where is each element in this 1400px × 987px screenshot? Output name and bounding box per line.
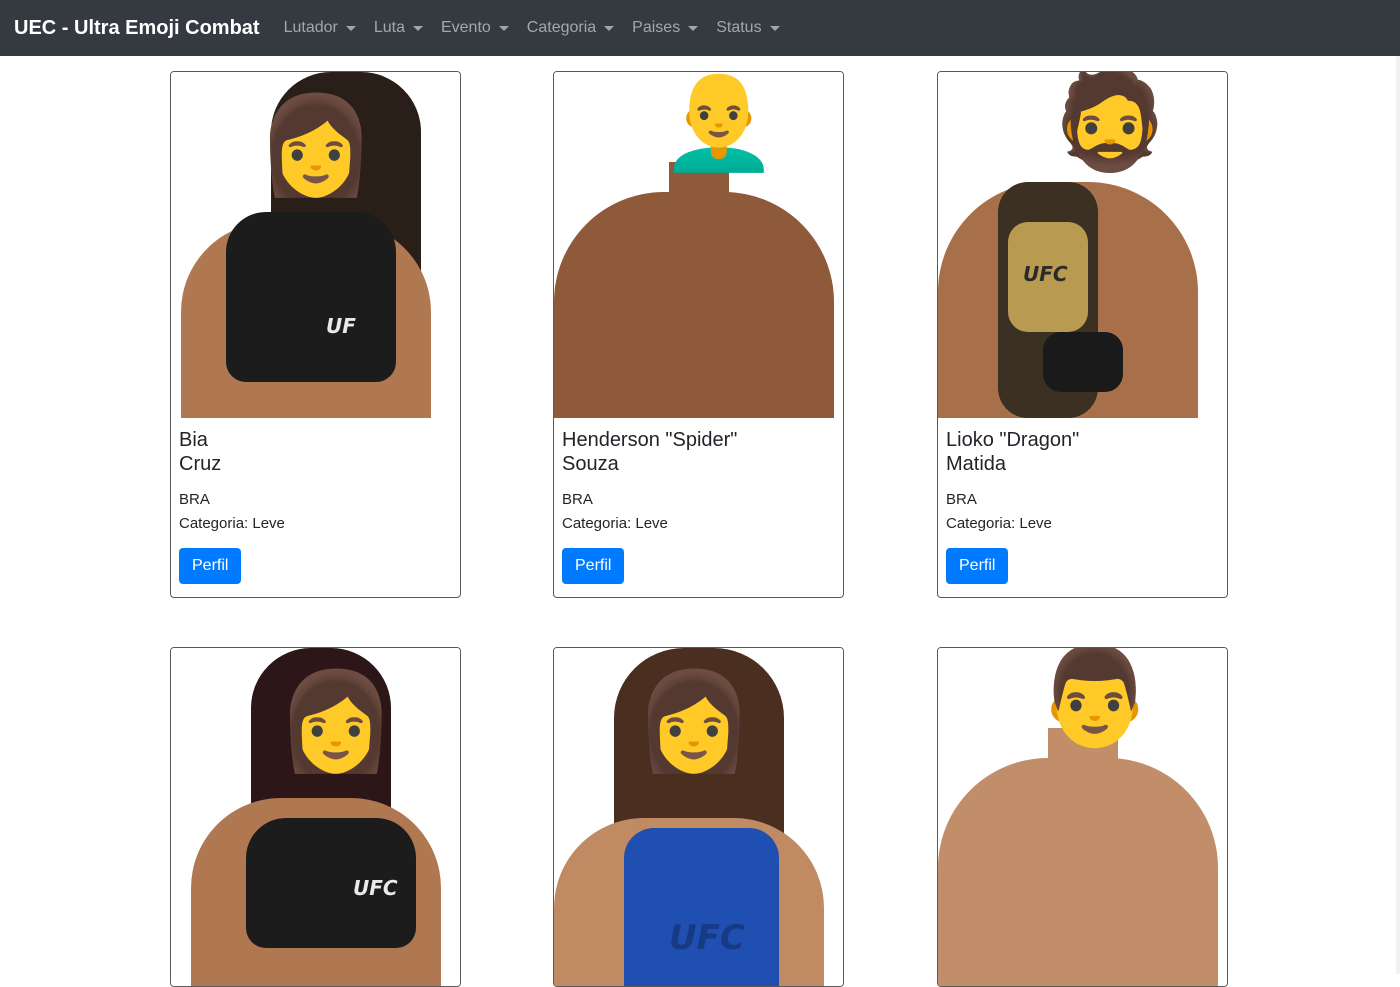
fighter-photo: UFC 🧔 [938,72,1227,418]
fighter-photo: UFC 👩 [171,648,460,986]
nav-evento-dropdown[interactable]: Evento [441,19,509,37]
fighter-category: Categoria: Leve [179,515,285,532]
fighter-category: Categoria: Leve [562,515,668,532]
ufc-logo: UFC [353,876,398,900]
nav-evento-label: Evento [440,19,491,36]
emoji-face: 🧔 [1050,72,1170,176]
fighter-first-name: Lioko "Dragon" [946,429,1080,451]
emoji-face: 👩 [276,665,396,777]
top-navbar: UEC - Ultra Emoji Combat Lutador Luta Ev… [0,0,1400,56]
nav-categoria-dropdown[interactable]: Categoria [526,19,615,37]
fighter-country: BRA [946,491,977,508]
nav-status-label: Status [716,19,762,36]
fighter-first-name: Henderson "Spider" [562,429,738,451]
chevron-down-icon [498,25,509,31]
fighter-last-name: Cruz [179,453,222,475]
fighter-card: UF 👩 Bia Cruz BRA Categoria: Leve Perfil [170,71,461,598]
sports-top [624,828,779,986]
nav-categoria-label: Categoria [526,19,597,36]
nav-paises-label: Paises [632,19,681,36]
emoji-face: 👩 [634,665,754,777]
card-body: Bia Cruz BRA Categoria: Leve Perfil [171,418,460,592]
fighter-photo: 👨 [938,648,1227,986]
nav-luta-dropdown[interactable]: Luta [374,19,423,37]
chevron-down-icon [604,25,615,31]
chevron-down-icon [345,25,356,31]
chevron-down-icon [412,25,423,31]
nav-lutador-label: Lutador [283,19,338,36]
page-scrollbar[interactable] [1396,56,1400,974]
fighter-photo: UF 👩 [171,72,460,418]
emoji-face: 👨 [1035,648,1155,752]
fighter-photo: 👨‍🦲 [554,72,843,418]
fighter-photo: UFC 👩 [554,648,843,986]
chevron-down-icon [769,25,780,31]
fighter-card: UFC 👩 [553,647,844,987]
fighter-category: Categoria: Leve [946,515,1052,532]
perfil-button[interactable]: Perfil [179,548,242,584]
fighter-card: 👨 [937,647,1228,987]
sports-top [226,212,396,382]
ufc-logo: UF [326,314,356,338]
fighter-country: BRA [562,491,593,508]
nav-luta-label: Luta [373,19,405,36]
ufc-logo: UFC [1023,262,1068,286]
fighter-country: BRA [179,491,210,508]
card-body: Lioko "Dragon" Matida BRA Categoria: Lev… [938,418,1227,592]
fighter-card: 👨‍🦲 Henderson "Spider" Souza BRA Categor… [553,71,844,598]
perfil-button[interactable]: Perfil [946,548,1009,584]
brand-title[interactable]: UEC - Ultra Emoji Combat [14,17,260,40]
fighter-last-name: Matida [946,453,1007,475]
fighter-last-name: Souza [562,453,619,475]
nav-status-dropdown[interactable]: Status [716,19,780,37]
card-body: Henderson "Spider" Souza BRA Categoria: … [554,418,843,592]
perfil-button[interactable]: Perfil [562,548,625,584]
fighter-card: UFC 🧔 Lioko "Dragon" Matida BRA Categori… [937,71,1228,598]
fighter-first-name: Bia [179,429,208,451]
emoji-face: 👩 [256,89,376,201]
nav-paises-dropdown[interactable]: Paises [632,19,699,37]
ufc-logo: UFC [669,918,745,958]
torso-shape [554,192,834,418]
chevron-down-icon [688,25,699,31]
glove-shape [1043,332,1123,392]
nav-lutador-dropdown[interactable]: Lutador [284,19,356,37]
fighter-card: UFC 👩 [170,647,461,987]
emoji-face: 👨‍🦲 [659,72,779,176]
